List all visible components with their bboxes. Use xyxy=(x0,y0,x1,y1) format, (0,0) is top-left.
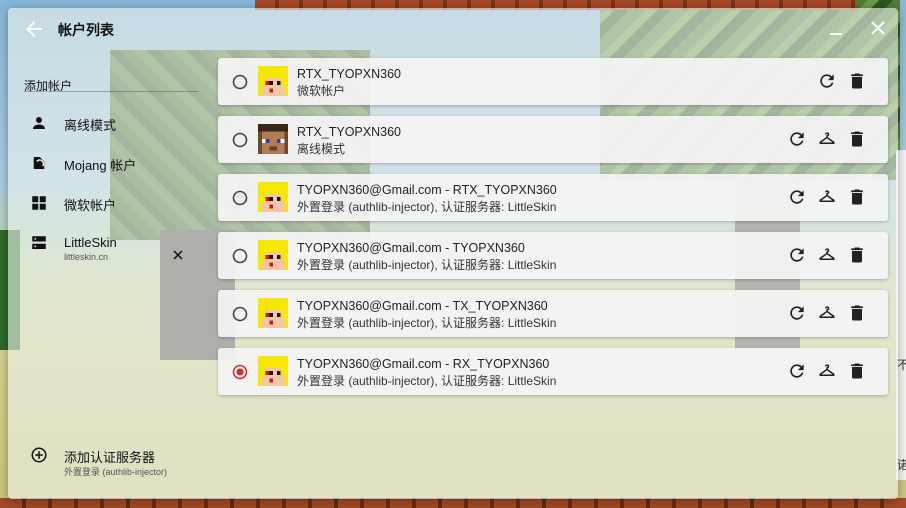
sidebar-item-label: LittleSkin xyxy=(64,235,117,250)
refresh-icon xyxy=(820,74,834,88)
windows-icon xyxy=(32,196,46,210)
refresh-button[interactable] xyxy=(787,245,807,265)
account-radio[interactable] xyxy=(232,190,248,206)
yellow-hair-avatar xyxy=(258,182,288,212)
sidebar-item-label: Mojang 帐户 xyxy=(64,158,137,173)
dialog-title: 帐户列表 xyxy=(58,22,114,38)
background-text: 不 xyxy=(897,358,906,372)
sidebar-item-sublabel: littleskin.cn xyxy=(64,252,109,262)
dialog-header: 帐户列表 xyxy=(8,8,898,50)
account-name: RTX_TYOPXN360 xyxy=(297,67,401,81)
account-name: TYOPXN360@Gmail.com - TYOPXN360 xyxy=(297,241,525,255)
hanger-icon xyxy=(819,248,835,260)
steve-avatar xyxy=(258,124,288,154)
refresh-icon xyxy=(790,132,804,146)
refresh-button[interactable] xyxy=(787,187,807,207)
sidebar-item-mojang[interactable]: Mojang 帐户 xyxy=(24,151,199,181)
refresh-icon xyxy=(790,248,804,262)
delete-button[interactable] xyxy=(847,187,867,207)
account-card[interactable]: RTX_TYOPXN360 微软帐户 xyxy=(218,58,888,105)
account-radio[interactable] xyxy=(232,74,248,90)
account-card[interactable]: TYOPXN360@Gmail.com - TYOPXN360 外置登录 (aut… xyxy=(218,232,888,279)
hanger-icon xyxy=(819,190,835,202)
delete-icon xyxy=(851,247,863,263)
account-name: RTX_TYOPXN360 xyxy=(297,125,401,139)
yellow-hair-avatar xyxy=(258,66,288,96)
hanger-icon xyxy=(819,306,835,318)
account-type: 外置登录 (authlib-injector), 认证服务器: LittleSk… xyxy=(297,374,557,388)
sidebar-item-microsoft[interactable]: 微软帐户 xyxy=(24,191,199,221)
yellow-hair-avatar xyxy=(258,298,288,328)
refresh-button[interactable] xyxy=(787,129,807,149)
account-list-dialog: 帐户列表 添加帐户 离线模式 Mojang 帐户 微软帐户 LittleSkin… xyxy=(8,8,898,499)
account-card[interactable]: RTX_TYOPXN360 离线模式 xyxy=(218,116,888,163)
delete-icon xyxy=(851,73,863,89)
refresh-button[interactable] xyxy=(817,71,837,91)
add-server-label: 添加认证服务器 xyxy=(64,450,156,465)
remove-server-button[interactable] xyxy=(172,248,184,260)
delete-icon xyxy=(851,363,863,379)
account-name: TYOPXN360@Gmail.com - RX_TYOPXN360 xyxy=(297,357,550,371)
account-type: 外置登录 (authlib-injector), 认证服务器: LittleSk… xyxy=(297,200,557,214)
hanger-button[interactable] xyxy=(817,361,837,381)
account-card[interactable]: TYOPXN360@Gmail.com - RTX_TYOPXN360 外置登录 … xyxy=(218,174,888,221)
close-icon xyxy=(871,21,885,35)
account-type: 外置登录 (authlib-injector), 认证服务器: LittleSk… xyxy=(297,258,557,272)
delete-icon xyxy=(851,131,863,147)
arrow-left-icon xyxy=(26,21,42,37)
mojang-icon xyxy=(33,157,45,169)
server-icon xyxy=(32,236,46,249)
account-radio[interactable] xyxy=(232,306,248,322)
account-card[interactable]: TYOPXN360@Gmail.com - TX_TYOPXN360 外置登录 (… xyxy=(218,290,888,337)
sidebar-item-offline[interactable]: 离线模式 xyxy=(24,111,199,141)
back-button[interactable] xyxy=(22,17,46,41)
delete-icon xyxy=(851,189,863,205)
account-type: 微软帐户 xyxy=(297,84,346,98)
add-auth-server-button[interactable]: 添加认证服务器 外置登录 (authlib-injector) xyxy=(28,444,228,484)
account-radio[interactable] xyxy=(232,248,248,264)
hanger-icon xyxy=(819,132,835,144)
refresh-icon xyxy=(790,306,804,320)
add-circle-icon xyxy=(31,447,47,463)
account-radio[interactable] xyxy=(232,364,248,380)
yellow-hair-avatar xyxy=(258,240,288,270)
yellow-hair-avatar xyxy=(258,356,288,386)
delete-button[interactable] xyxy=(847,245,867,265)
divider xyxy=(24,91,198,92)
delete-button[interactable] xyxy=(847,303,867,323)
delete-icon xyxy=(851,305,863,321)
hanger-button[interactable] xyxy=(817,303,837,323)
delete-button[interactable] xyxy=(847,71,867,91)
close-icon xyxy=(173,250,183,260)
account-name: TYOPXN360@Gmail.com - RTX_TYOPXN360 xyxy=(297,183,557,197)
hanger-button[interactable] xyxy=(817,187,837,207)
person-icon xyxy=(33,117,45,129)
account-radio[interactable] xyxy=(232,132,248,148)
refresh-icon xyxy=(790,364,804,378)
minimize-button[interactable] xyxy=(826,18,846,38)
refresh-button[interactable] xyxy=(787,361,807,381)
account-card[interactable]: TYOPXN360@Gmail.com - RX_TYOPXN360 外置登录 (… xyxy=(218,348,888,395)
close-button[interactable] xyxy=(868,18,888,38)
hanger-icon xyxy=(819,364,835,376)
account-name: TYOPXN360@Gmail.com - TX_TYOPXN360 xyxy=(297,299,548,313)
delete-button[interactable] xyxy=(847,129,867,149)
refresh-icon xyxy=(790,190,804,204)
account-type: 外置登录 (authlib-injector), 认证服务器: LittleSk… xyxy=(297,316,557,330)
hanger-button[interactable] xyxy=(817,245,837,265)
sidebar-item-littleskin[interactable]: LittleSkin littleskin.cn xyxy=(24,231,199,267)
account-type: 离线模式 xyxy=(297,142,346,156)
delete-button[interactable] xyxy=(847,361,867,381)
hanger-button[interactable] xyxy=(817,129,837,149)
sidebar-item-label: 微软帐户 xyxy=(64,198,117,213)
sidebar-item-label: 离线模式 xyxy=(64,118,117,133)
minimize-icon xyxy=(830,33,842,35)
background-text: 诺 xyxy=(897,458,906,472)
refresh-button[interactable] xyxy=(787,303,807,323)
add-server-sublabel: 外置登录 (authlib-injector) xyxy=(64,467,168,477)
background-bricks xyxy=(0,498,906,508)
